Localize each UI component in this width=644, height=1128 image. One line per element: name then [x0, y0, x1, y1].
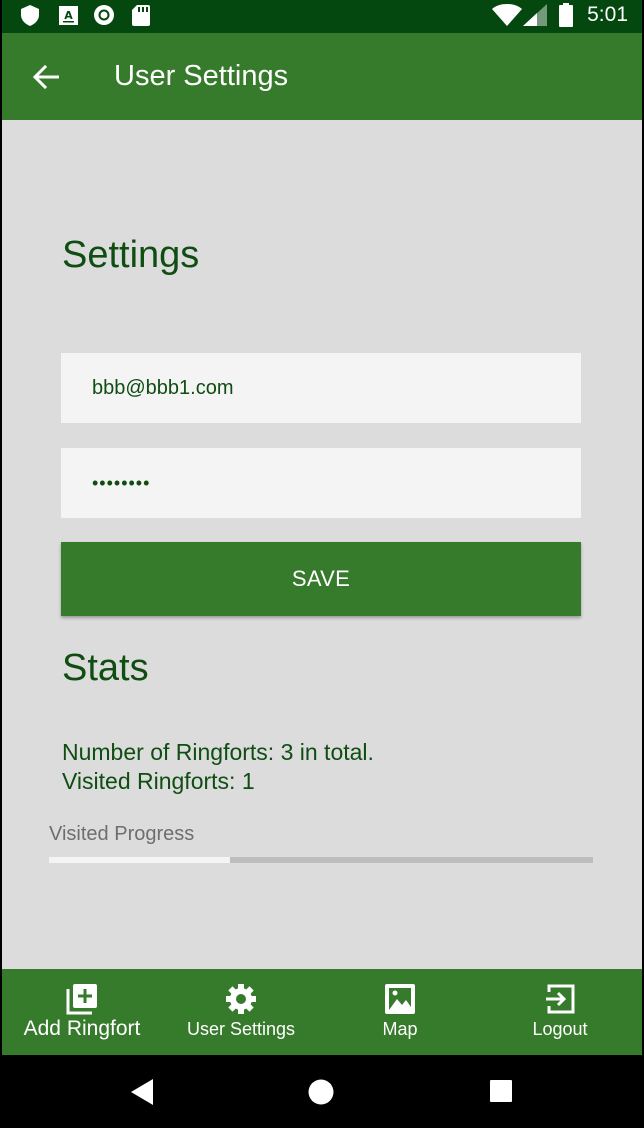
recents-square-icon[interactable]: [489, 1079, 513, 1103]
password-input[interactable]: [61, 448, 581, 518]
settings-content: Settings SAVE Stats Number of Ringforts:…: [2, 120, 642, 969]
email-input[interactable]: [61, 353, 581, 423]
bottom-navigation: Add Ringfort User Settings Map Logout: [2, 969, 642, 1055]
save-button[interactable]: SAVE: [61, 542, 581, 616]
gear-icon: [225, 983, 257, 1015]
ringfort-count-text: Number of Ringforts: 3 in total.: [62, 739, 374, 765]
exit-icon: [545, 983, 575, 1015]
nav-item-map[interactable]: Map: [360, 969, 440, 1055]
system-navigation-bar: [2, 1055, 642, 1128]
app-bar: User Settings: [2, 33, 642, 120]
arrow-back-icon: [33, 65, 59, 89]
nav-label-map: Map: [382, 1019, 418, 1039]
screen: A 5:01 User Settings Settings bbb@bbb1.c…: [2, 0, 642, 1128]
home-circle-icon[interactable]: [308, 1079, 334, 1105]
wifi-icon: [492, 4, 522, 26]
page-title: User Settings: [114, 60, 289, 92]
font-a-icon: A: [58, 4, 78, 26]
stats-heading: Stats: [62, 647, 149, 689]
progress-fill: [49, 857, 231, 863]
sd-card-icon: [131, 4, 151, 26]
back-button[interactable]: [28, 59, 64, 95]
email-field[interactable]: [61, 353, 581, 423]
shield-icon: [20, 4, 40, 26]
add-library-icon: [66, 983, 98, 1015]
visited-progress-bar: [49, 857, 593, 863]
nav-item-logout[interactable]: Logout: [520, 969, 600, 1055]
password-field[interactable]: [61, 448, 581, 518]
svg-text:A: A: [64, 9, 73, 22]
settings-heading: Settings: [62, 234, 200, 276]
record-icon: [93, 4, 115, 26]
nav-label-user-settings: User Settings: [186, 1019, 296, 1039]
nav-item-user-settings[interactable]: User Settings: [180, 969, 302, 1055]
nav-label-add-ringfort: Add Ringfort: [23, 1017, 141, 1040]
progress-label: Visited Progress: [49, 823, 195, 845]
nav-label-logout: Logout: [532, 1019, 588, 1039]
back-triangle-icon[interactable]: [130, 1079, 154, 1105]
status-bar: A 5:01: [2, 0, 642, 33]
image-icon: [385, 983, 415, 1015]
visited-count-text: Visited Ringforts: 1: [62, 768, 255, 794]
status-time: 5:01: [587, 3, 628, 26]
signal-icon: [523, 4, 547, 26]
battery-icon: [558, 3, 574, 27]
nav-item-add-ringfort[interactable]: Add Ringfort: [20, 969, 144, 1055]
